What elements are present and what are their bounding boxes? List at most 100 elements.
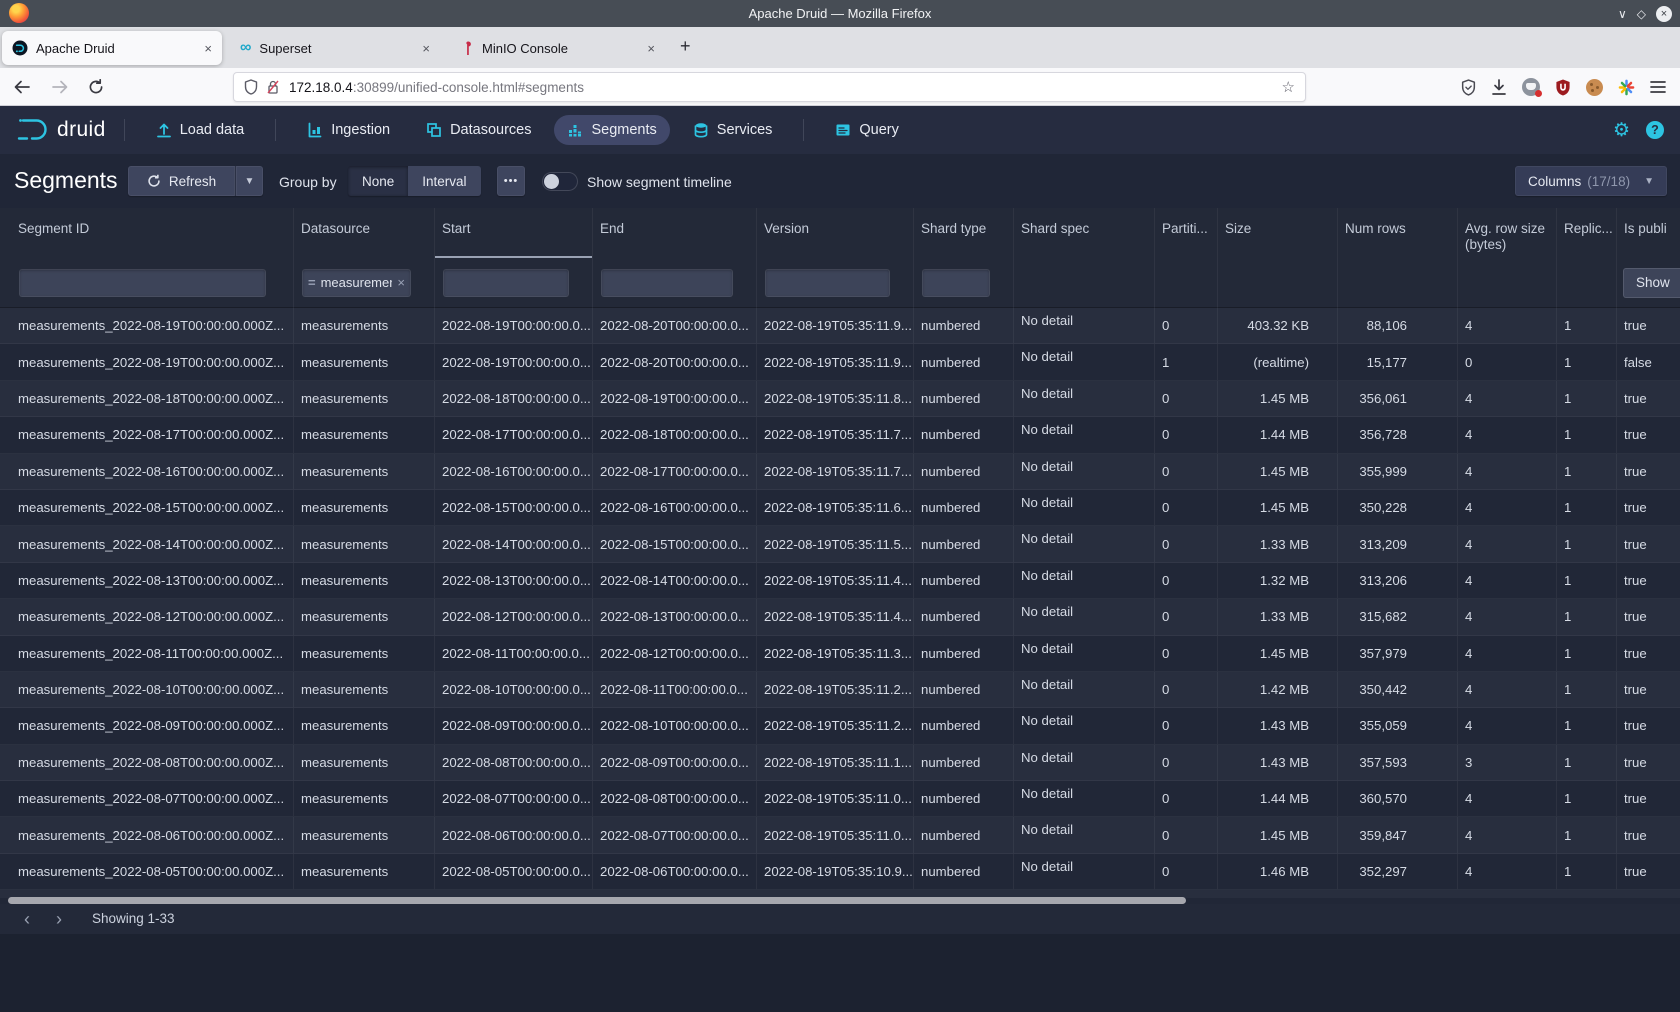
cell-end[interactable]: 2022-08-08T00:00:00.0... [593, 781, 757, 817]
cell-size[interactable]: 1.45 MB [1218, 454, 1338, 490]
cell-shard_type[interactable]: numbered [914, 526, 1014, 562]
cell-replication[interactable]: 1 [1557, 381, 1617, 417]
cell-version[interactable]: 2022-08-19T05:35:11.0... [757, 817, 914, 853]
cell-shard_type[interactable]: numbered [914, 344, 1014, 380]
cell-partition[interactable]: 0 [1155, 490, 1218, 526]
cell-start[interactable]: 2022-08-14T00:00:00.0... [435, 526, 593, 562]
cell-start[interactable]: 2022-08-08T00:00:00.0... [435, 745, 593, 781]
cell-is_published[interactable]: true [1617, 526, 1680, 562]
cell-version[interactable]: 2022-08-19T05:35:11.9... [757, 344, 914, 380]
cell-datasource[interactable]: measurements [294, 454, 435, 490]
ublock-origin-icon[interactable] [1555, 79, 1571, 96]
cell-datasource[interactable]: measurements [294, 672, 435, 708]
cell-size[interactable]: 1.45 MB [1218, 636, 1338, 672]
cell-partition[interactable]: 0 [1155, 781, 1218, 817]
cell-segment_id[interactable]: measurements_2022-08-05T00:00:00.000Z... [0, 854, 294, 890]
cell-end[interactable]: 2022-08-20T00:00:00.0... [593, 308, 757, 344]
cell-avg_row_size[interactable]: 4 [1458, 308, 1557, 344]
new-tab-button[interactable]: + [680, 37, 691, 55]
group-by-none-button[interactable]: None [348, 166, 408, 196]
tab-close-icon[interactable]: × [422, 41, 430, 56]
hamburger-menu-icon[interactable] [1650, 80, 1666, 94]
cell-avg_row_size[interactable]: 4 [1458, 636, 1557, 672]
column-header-shard_spec[interactable]: Shard spec [1014, 208, 1155, 258]
filter-input-start[interactable] [443, 269, 569, 297]
cell-size[interactable]: 1.45 MB [1218, 817, 1338, 853]
cell-shard_type[interactable]: numbered [914, 708, 1014, 744]
cell-is_published[interactable]: true [1617, 381, 1680, 417]
cell-replication[interactable]: 1 [1557, 526, 1617, 562]
cell-datasource[interactable]: measurements [294, 563, 435, 599]
druid-logo[interactable]: druid [16, 116, 106, 144]
cell-shard_spec[interactable]: No detail [1014, 344, 1155, 380]
cell-partition[interactable]: 0 [1155, 526, 1218, 562]
cell-is_published[interactable]: true [1617, 490, 1680, 526]
cell-avg_row_size[interactable]: 4 [1458, 854, 1557, 890]
cell-start[interactable]: 2022-08-18T00:00:00.0... [435, 381, 593, 417]
cell-segment_id[interactable]: measurements_2022-08-13T00:00:00.000Z... [0, 563, 294, 599]
window-minimize-icon[interactable]: ∨ [1618, 8, 1627, 20]
column-header-start[interactable]: Start [435, 208, 593, 258]
nav-item-datasources[interactable]: Datasources [413, 115, 544, 145]
cell-partition[interactable]: 0 [1155, 308, 1218, 344]
cell-segment_id[interactable]: measurements_2022-08-06T00:00:00.000Z... [0, 817, 294, 853]
tab-superset[interactable]: ∞ Superset × [230, 31, 440, 65]
tab-apache-druid[interactable]: Apache Druid × [2, 31, 222, 65]
cell-datasource[interactable]: measurements [294, 854, 435, 890]
cell-datasource[interactable]: measurements [294, 636, 435, 672]
cell-datasource[interactable]: measurements [294, 745, 435, 781]
cell-avg_row_size[interactable]: 3 [1458, 745, 1557, 781]
cell-partition[interactable]: 0 [1155, 854, 1218, 890]
cell-datasource[interactable]: measurements [294, 417, 435, 453]
cell-avg_row_size[interactable]: 4 [1458, 817, 1557, 853]
cell-size[interactable]: 1.33 MB [1218, 526, 1338, 562]
cell-size[interactable]: 1.44 MB [1218, 781, 1338, 817]
cell-version[interactable]: 2022-08-19T05:35:11.2... [757, 708, 914, 744]
url-text[interactable]: 172.18.0.4:30899/unified-console.html#se… [289, 80, 1282, 95]
cell-end[interactable]: 2022-08-18T00:00:00.0... [593, 417, 757, 453]
cell-avg_row_size[interactable]: 4 [1458, 526, 1557, 562]
cell-shard_type[interactable]: numbered [914, 817, 1014, 853]
cell-start[interactable]: 2022-08-19T00:00:00.0... [435, 344, 593, 380]
cell-partition[interactable]: 0 [1155, 381, 1218, 417]
cell-segment_id[interactable]: measurements_2022-08-16T00:00:00.000Z... [0, 454, 294, 490]
cell-is_published[interactable]: true [1617, 854, 1680, 890]
more-options-button[interactable]: ••• [497, 166, 525, 196]
cell-num_rows[interactable]: 315,682 [1338, 599, 1458, 635]
cell-start[interactable]: 2022-08-19T00:00:00.0... [435, 308, 593, 344]
cell-start[interactable]: 2022-08-17T00:00:00.0... [435, 417, 593, 453]
cell-version[interactable]: 2022-08-19T05:35:11.3... [757, 636, 914, 672]
cell-shard_spec[interactable]: No detail [1014, 599, 1155, 635]
cell-partition[interactable]: 0 [1155, 563, 1218, 599]
cell-avg_row_size[interactable]: 4 [1458, 672, 1557, 708]
cell-replication[interactable]: 1 [1557, 599, 1617, 635]
tab-close-icon[interactable]: × [647, 41, 655, 56]
cell-segment_id[interactable]: measurements_2022-08-15T00:00:00.000Z... [0, 490, 294, 526]
cell-num_rows[interactable]: 355,999 [1338, 454, 1458, 490]
url-bar[interactable]: 172.18.0.4:30899/unified-console.html#se… [233, 72, 1306, 102]
cell-shard_type[interactable]: numbered [914, 563, 1014, 599]
cell-partition[interactable]: 0 [1155, 599, 1218, 635]
pocket-shield-icon[interactable] [1461, 79, 1476, 96]
cell-start[interactable]: 2022-08-12T00:00:00.0... [435, 599, 593, 635]
cell-size[interactable]: 1.43 MB [1218, 708, 1338, 744]
cell-is_published[interactable]: true [1617, 672, 1680, 708]
cell-is_published[interactable]: true [1617, 781, 1680, 817]
next-page-button[interactable]: › [46, 906, 72, 932]
cell-segment_id[interactable]: measurements_2022-08-17T00:00:00.000Z... [0, 417, 294, 453]
cell-num_rows[interactable]: 355,059 [1338, 708, 1458, 744]
cell-start[interactable]: 2022-08-13T00:00:00.0... [435, 563, 593, 599]
cell-shard_spec[interactable]: No detail [1014, 781, 1155, 817]
cell-shard_type[interactable]: numbered [914, 636, 1014, 672]
cell-start[interactable]: 2022-08-15T00:00:00.0... [435, 490, 593, 526]
cell-start[interactable]: 2022-08-06T00:00:00.0... [435, 817, 593, 853]
cell-segment_id[interactable]: measurements_2022-08-07T00:00:00.000Z... [0, 781, 294, 817]
cell-shard_type[interactable]: numbered [914, 417, 1014, 453]
cell-replication[interactable]: 1 [1557, 854, 1617, 890]
column-header-shard_type[interactable]: Shard type [914, 208, 1014, 258]
cell-avg_row_size[interactable]: 0 [1458, 344, 1557, 380]
cell-partition[interactable]: 0 [1155, 708, 1218, 744]
cell-partition[interactable]: 0 [1155, 417, 1218, 453]
cell-num_rows[interactable]: 313,206 [1338, 563, 1458, 599]
cell-is_published[interactable]: true [1617, 308, 1680, 344]
